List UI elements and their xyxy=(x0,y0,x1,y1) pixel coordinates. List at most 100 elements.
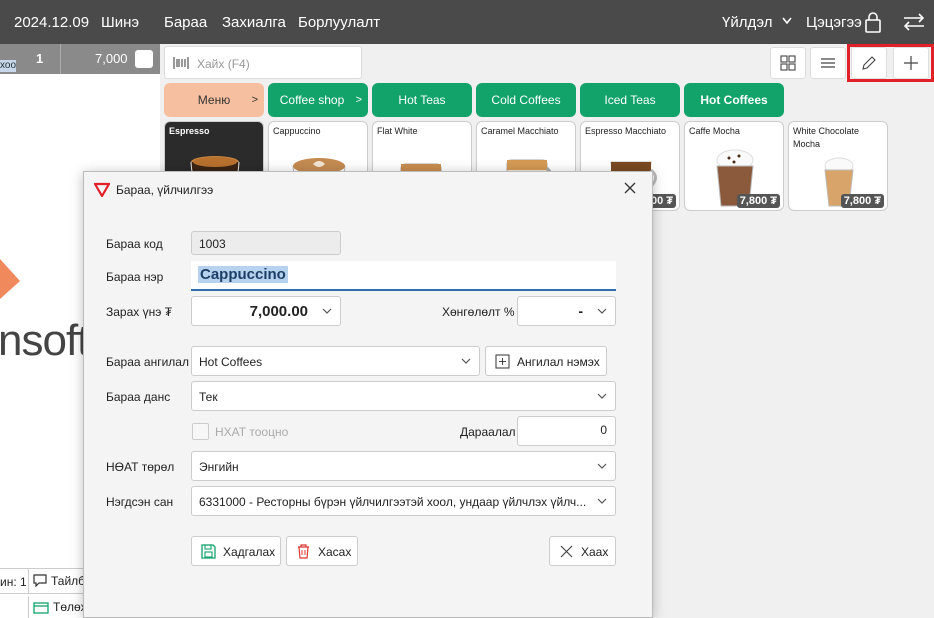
discount-field[interactable]: - xyxy=(517,296,616,326)
account-label: Бараа данс xyxy=(106,390,171,404)
tab-notes-label: Тайлб xyxy=(51,574,86,588)
highlight-frame xyxy=(847,44,934,82)
pay-button-label: Төлөх xyxy=(53,600,87,614)
unified-label: Нэгдсэн сан xyxy=(106,495,174,509)
nhat-label: НХАТ тооцно xyxy=(215,425,289,439)
chevron-down-icon[interactable] xyxy=(597,498,607,505)
bottom-tabs: ин: 1 Тайлб xyxy=(0,568,86,594)
nav-orders[interactable]: Захиалга xyxy=(222,14,286,31)
category-menu-label: Меню xyxy=(197,93,231,107)
payment-icon xyxy=(33,602,49,614)
brand-logo-text: nsoft xyxy=(0,316,89,365)
order-field[interactable]: 0 xyxy=(517,416,616,446)
unified-select[interactable]: 6331000 - Ресторны бүрэн үйлчилгээтэй хо… xyxy=(191,486,616,516)
app-logo-icon xyxy=(94,182,110,197)
product-name: Caffe Mocha xyxy=(689,126,740,136)
category-value: Hot Coffees xyxy=(199,355,263,369)
price-label: Зарах үнэ ₮ xyxy=(106,305,173,319)
chevron-down-icon[interactable] xyxy=(597,393,607,400)
chevron-down-icon[interactable] xyxy=(782,17,792,25)
chevron-down-icon[interactable] xyxy=(597,308,607,315)
order-line-price: 7,000 xyxy=(95,51,128,66)
name-label: Бараа нэр xyxy=(106,270,164,284)
category-hot-teas[interactable]: Hot Teas xyxy=(372,83,472,117)
close-icon[interactable] xyxy=(624,182,636,194)
nav-sales[interactable]: Борлуулалт xyxy=(298,14,380,31)
order-line-qty: 1 xyxy=(36,51,44,66)
close-button[interactable]: Хаах xyxy=(549,536,616,566)
category-select[interactable]: Hot Coffees xyxy=(191,346,480,376)
code-value: 1003 xyxy=(199,237,226,251)
order-value: 0 xyxy=(600,423,607,437)
add-category-label: Ангилал нэмэх xyxy=(517,355,600,369)
name-field[interactable]: Cappuccino xyxy=(191,261,616,291)
search-input[interactable]: Хайх (F4) xyxy=(164,46,362,79)
chevron-down-icon[interactable] xyxy=(461,358,471,365)
lock-icon[interactable] xyxy=(864,11,882,33)
order-line[interactable]: хоо 1 7,000 xyxy=(0,44,160,74)
order-line-name: хоо xyxy=(0,60,16,72)
save-label: Хадгалах xyxy=(223,545,276,559)
tab-notes[interactable]: Тайлб xyxy=(28,569,86,593)
vat-value: Энгийн xyxy=(199,460,239,474)
vat-select[interactable]: Энгийн xyxy=(191,451,616,481)
close-icon xyxy=(560,545,573,558)
discount-value: - xyxy=(578,303,583,319)
save-icon xyxy=(201,544,216,559)
nav-products[interactable]: Бараа xyxy=(164,14,207,31)
category-menu-arrow: > xyxy=(251,94,258,106)
product-name: Cappuccino xyxy=(273,126,321,136)
category-coffee-shop-arrow: > xyxy=(355,94,362,106)
category-cold-coffees[interactable]: Cold Coffees xyxy=(476,83,576,117)
order-line-checkbox[interactable] xyxy=(135,50,153,68)
account-select[interactable]: Тек xyxy=(191,381,616,411)
chevron-down-icon[interactable] xyxy=(322,308,332,315)
grid-view-button[interactable] xyxy=(770,47,806,79)
discount-label: Хөнгөлөлт % xyxy=(442,305,515,319)
nhat-checkbox[interactable] xyxy=(192,423,209,440)
search-placeholder: Хайх (F4) xyxy=(197,57,250,71)
logo-wedge-icon xyxy=(0,259,20,299)
category-coffee-shop[interactable]: Coffee shop > xyxy=(268,83,368,117)
category-menu[interactable]: Меню > xyxy=(164,83,264,117)
save-button[interactable]: Хадгалах xyxy=(191,536,281,566)
product-name: Espresso Macchiato xyxy=(585,126,667,136)
product-price: 7,800 ₮ xyxy=(840,194,884,208)
barcode-icon xyxy=(173,57,189,69)
unified-value: 6331000 - Ресторны бүрэн үйлчилгээтэй хо… xyxy=(199,495,587,509)
dialog-title: Бараа, үйлчилгээ xyxy=(116,183,214,197)
vat-label: НӨАТ төрөл xyxy=(106,460,175,474)
category-hot-coffees[interactable]: Hot Coffees xyxy=(684,83,784,117)
grid-icon xyxy=(780,55,796,71)
divider xyxy=(60,44,61,74)
chevron-down-icon[interactable] xyxy=(597,463,607,470)
category-iced-teas[interactable]: Iced Teas xyxy=(580,83,680,117)
list-view-button[interactable] xyxy=(810,47,846,79)
trash-icon xyxy=(298,544,309,559)
swap-arrows-icon[interactable] xyxy=(902,12,926,32)
product-tile-caffe-mocha[interactable]: Caffe Mocha 7,800 ₮ xyxy=(684,121,784,211)
top-bar: 2024.12.09 Шинэ Бараа Захиалга Борлуулал… xyxy=(0,0,934,44)
nav-new[interactable]: Шинэ xyxy=(101,14,139,31)
add-category-button[interactable]: Ангилал нэмэх xyxy=(485,346,607,376)
user-name[interactable]: Цэцэгээ xyxy=(806,14,862,31)
order-label: Дараалал xyxy=(460,425,516,439)
code-label: Бараа код xyxy=(106,237,163,251)
delete-label: Хасах xyxy=(318,545,352,559)
close-label: Хаах xyxy=(581,545,609,559)
price-field[interactable]: 7,000.00 xyxy=(191,296,341,326)
date-label: 2024.12.09 xyxy=(14,14,90,31)
product-price: 7,800 ₮ xyxy=(736,194,780,208)
tab-count[interactable]: ин: 1 xyxy=(0,575,27,589)
pay-button[interactable]: Төлөх xyxy=(28,596,87,618)
operations-menu[interactable]: Үйлдэл xyxy=(722,14,772,31)
comment-icon xyxy=(33,574,47,587)
delete-button[interactable]: Хасах xyxy=(286,536,358,566)
product-tile-white-chocolate-mocha[interactable]: White Chocolate Mocha 7,800 ₮ xyxy=(788,121,888,211)
product-name: Espresso xyxy=(169,126,210,136)
add-box-icon xyxy=(495,354,510,369)
price-value: 7,000.00 xyxy=(249,303,308,320)
product-dialog: Бараа, үйлчилгээ Бараа код 1003 Бараа нэ… xyxy=(83,171,653,618)
product-name: Caramel Macchiato xyxy=(481,126,559,136)
code-field[interactable]: 1003 xyxy=(191,231,341,255)
